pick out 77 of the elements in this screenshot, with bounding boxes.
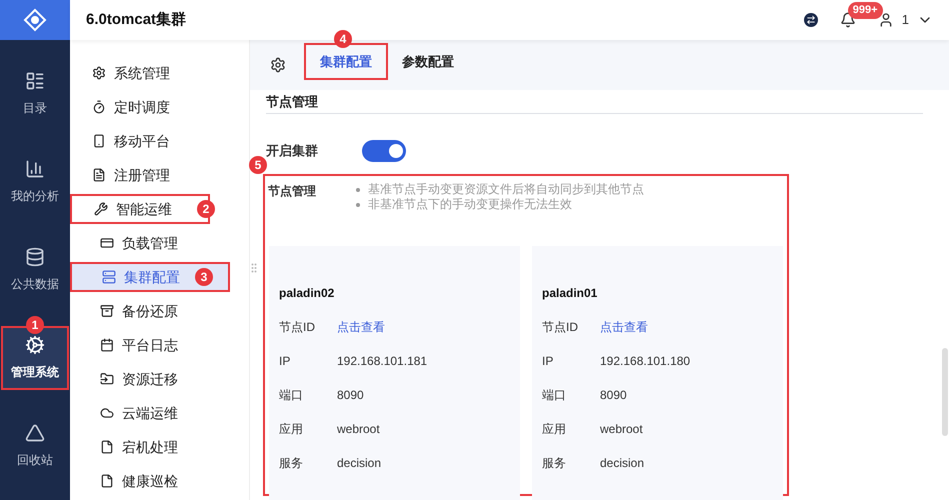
- server-icon: [102, 270, 116, 284]
- menu-item[interactable]: 备份还原: [70, 296, 210, 326]
- bar-chart-icon: [25, 159, 45, 179]
- menu-item[interactable]: 宕机处理: [70, 432, 210, 462]
- field-label: 节点ID: [279, 319, 316, 336]
- step-number: 2: [197, 200, 215, 218]
- bullet-icon: [356, 202, 360, 206]
- wrench-icon: [94, 202, 108, 216]
- menu-item[interactable]: 云端运维: [70, 398, 210, 428]
- field-label: 端口: [542, 387, 567, 404]
- cluster-toggle[interactable]: [362, 140, 406, 162]
- section-title: 节点管理: [266, 90, 923, 114]
- phone-icon: [92, 134, 106, 148]
- toggle-label: 开启集群: [266, 142, 318, 160]
- field-value: 192.168.101.181: [337, 353, 428, 370]
- menu-item[interactable]: 移动平台: [70, 126, 210, 156]
- step-number: 5: [249, 156, 267, 174]
- timer-icon: [92, 100, 106, 114]
- archive-icon: [100, 304, 114, 318]
- menu-item[interactable]: 健康巡检: [70, 466, 210, 496]
- menu-item[interactable]: 注册管理: [70, 160, 210, 190]
- user-name[interactable]: 1: [902, 10, 909, 30]
- field-label: 应用: [279, 421, 304, 438]
- step-number: 1: [26, 316, 44, 334]
- field-label: 节点管理: [268, 183, 316, 200]
- notification-count: 999+: [848, 2, 883, 18]
- user-icon[interactable]: [878, 12, 894, 28]
- database-icon: [25, 247, 45, 267]
- list-icon: [25, 71, 45, 91]
- document-icon: [92, 168, 106, 182]
- field-value: decision: [600, 455, 644, 472]
- nav-item[interactable]: 公共数据: [1, 238, 69, 302]
- note-text: 基准节点手动变更资源文件后将自动同步到其他节点: [368, 182, 644, 197]
- field-value: decision: [337, 455, 382, 472]
- tab[interactable]: 集群配置: [304, 43, 388, 80]
- field-value: 192.168.101.180: [600, 353, 690, 370]
- view-link[interactable]: 点击查看: [337, 318, 385, 352]
- file-icon: [100, 474, 114, 488]
- node-name: paladin01: [542, 285, 598, 302]
- calendar-icon: [100, 338, 114, 352]
- gear-icon: [25, 335, 45, 355]
- settings-icon[interactable]: [270, 57, 286, 73]
- field-label: 服务: [542, 455, 567, 472]
- field-label: 节点ID: [542, 319, 579, 336]
- menu-item[interactable]: 定时调度: [70, 92, 210, 122]
- settings-icon: [92, 66, 106, 80]
- bullet-icon: [356, 188, 360, 192]
- node-name: paladin02: [279, 285, 336, 302]
- field-value: webroot: [337, 421, 380, 438]
- file-icon: [100, 440, 114, 454]
- menu-item[interactable]: 系统管理: [70, 58, 210, 88]
- field-value: 8090: [337, 387, 364, 404]
- triangle-icon: [25, 423, 45, 443]
- cloud-icon: [100, 406, 114, 420]
- field-label: 服务: [279, 455, 304, 472]
- card-icon: [100, 236, 114, 250]
- bell-icon[interactable]: [840, 12, 856, 28]
- field-label: IP: [542, 353, 554, 370]
- field-value: 8090: [600, 387, 627, 404]
- note-text: 非基准节点下的手动变更操作无法生效: [368, 197, 572, 212]
- field-label: IP: [279, 353, 292, 370]
- field-label: 应用: [542, 421, 567, 438]
- nav-item[interactable]: 我的分析: [1, 150, 69, 214]
- menu-item[interactable]: 负载管理: [70, 228, 210, 258]
- view-link[interactable]: 点击查看: [600, 318, 648, 352]
- field-value: webroot: [600, 421, 643, 438]
- app-title: 6.0tomcat集群: [86, 10, 188, 30]
- nav-item[interactable]: 回收站: [1, 414, 69, 478]
- scrollbar[interactable]: [942, 348, 948, 436]
- menu-item[interactable]: 资源迁移: [70, 364, 210, 394]
- nav-item[interactable]: 目录: [1, 62, 69, 126]
- field-label: 端口: [279, 387, 304, 404]
- switch-icon[interactable]: [804, 13, 818, 27]
- folder-icon: [100, 372, 114, 386]
- step-number: 4: [334, 30, 352, 48]
- tab[interactable]: 参数配置: [388, 43, 468, 80]
- menu-item[interactable]: 平台日志: [70, 330, 210, 360]
